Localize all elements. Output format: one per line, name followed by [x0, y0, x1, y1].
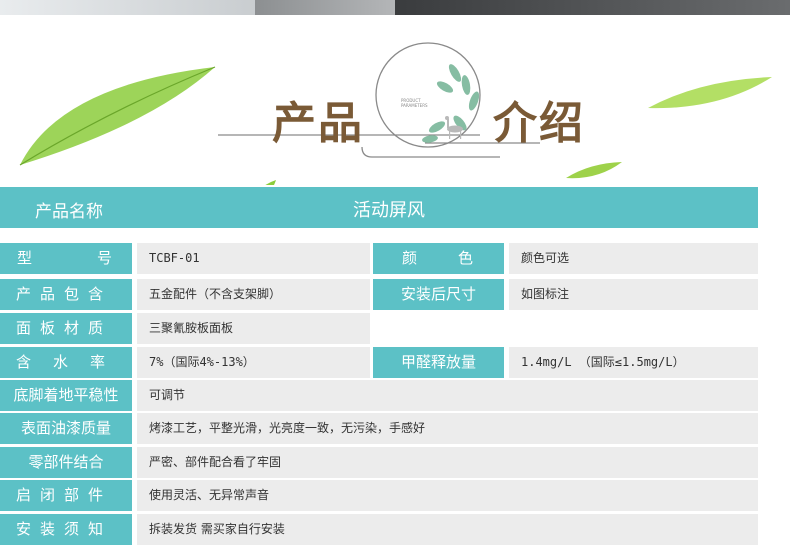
color-label: 颜 色 [373, 243, 504, 274]
size-value: 如图标注 [509, 279, 758, 310]
paint-label: 表面油漆质量 [0, 413, 132, 444]
model-label-char: 型 [17, 249, 33, 267]
banner-decoration [19, 42, 772, 185]
board-value: 三聚氰胺板面板 [137, 313, 370, 344]
board-label: 面板材质 [0, 313, 132, 344]
install-label: 安装须知 [0, 514, 132, 545]
foot-label: 底脚着地平稳性 [0, 380, 132, 411]
model-value: TCBF-01 [137, 243, 370, 274]
product-name-bar: 产品名称 活动屏风 [0, 187, 758, 228]
photo-segment [255, 0, 395, 15]
leaf-icon [20, 67, 215, 165]
model-label: 型 号 [0, 243, 132, 274]
banner-title-right: 介绍 [493, 98, 585, 149]
color-value: 颜色可选 [509, 243, 758, 274]
parts-label: 零部件结合 [0, 447, 132, 478]
paint-value: 烤漆工艺，平整光滑，光亮度一致，无污染，手感好 [137, 413, 758, 444]
foot-value: 可调节 [137, 380, 758, 411]
model-label-char: 号 [96, 249, 112, 267]
moisture-label: 含水率 [0, 347, 132, 378]
top-photo-strip [0, 0, 790, 15]
package-label: 产品包含 [0, 279, 132, 310]
formaldehyde-value: 1.4mg/L （国际≤1.5mg/L） [509, 347, 758, 378]
parts-value: 严密、部件配合看了牢固 [137, 447, 758, 478]
size-label: 安装后尺寸 [373, 279, 504, 310]
color-label-char: 颜 [402, 249, 418, 267]
leaf-icon [566, 162, 622, 179]
product-name-label: 产品名称 [35, 202, 103, 222]
photo-segment [0, 0, 255, 15]
banner-small-text: PRODUCT PARAMETERS [401, 98, 428, 108]
leaf-icon [265, 180, 276, 185]
package-value: 五金配件（不含支架脚） [137, 279, 370, 310]
photo-segment [395, 0, 790, 15]
open-value: 使用灵活、无异常声音 [137, 480, 758, 511]
moisture-value: 7%（国际4%-13%） [137, 347, 370, 378]
circle-ornament [375, 42, 481, 148]
install-value: 拆装发货 需买家自行安装 [137, 514, 758, 545]
open-label: 启闭部件 [0, 480, 132, 511]
color-label-char: 色 [457, 249, 473, 267]
section-banner: PRODUCT PARAMETERS 产品 介绍 [0, 15, 790, 185]
banner-title-left: 产品 [272, 98, 364, 149]
formaldehyde-label: 甲醛释放量 [373, 347, 504, 378]
product-name-value: 活动屏风 [353, 200, 425, 221]
leaf-icon [648, 77, 772, 109]
